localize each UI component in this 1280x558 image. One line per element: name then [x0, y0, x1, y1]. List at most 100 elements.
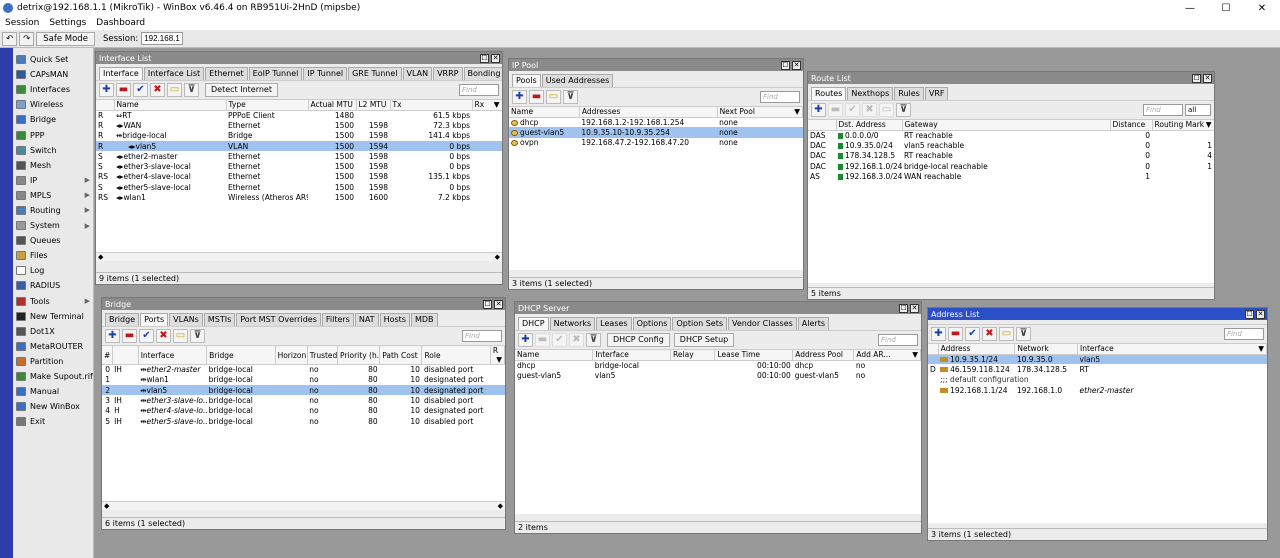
close-icon[interactable]: ✕ [910, 303, 919, 313]
sort-arrow-icon[interactable]: ▼ [494, 100, 500, 109]
tab-bridge[interactable]: Bridge [105, 313, 140, 326]
tab-options[interactable]: Options [632, 317, 672, 330]
tab-ethernet[interactable]: Ethernet [205, 67, 248, 80]
close-icon[interactable]: ✕ [494, 299, 503, 309]
table-row[interactable]: S ◂▸ether5-slave-local Ethernet 1500 1598 0 b… [96, 182, 502, 192]
column-header[interactable]: Priority (h... [337, 346, 381, 365]
table-row[interactable]: 0 IH ⇹ether2-master bridge-local no 80 10 disab… [102, 365, 505, 375]
column-header[interactable]: Gateway [902, 120, 1111, 131]
column-header[interactable]: Address Pool [792, 350, 855, 361]
tab-port-mst-overrides[interactable]: Port MST Overrides [236, 313, 321, 326]
enable-icon[interactable]: ✔ [552, 333, 567, 347]
column-header[interactable]: L2 MTU [356, 100, 391, 111]
table-row[interactable]: S ◂▸ether3-slave-local Ethernet 1500 1598 0 b… [96, 161, 502, 171]
tab-rules[interactable]: Rules [894, 87, 924, 100]
tab-vrf[interactable]: VRF [924, 87, 949, 100]
column-header[interactable]: Tx [390, 100, 473, 111]
minbox-icon[interactable]: ☐ [480, 53, 489, 63]
column-header[interactable]: Dst. Address [836, 120, 903, 131]
horizontal-scrollbar[interactable]: ◆ ◆ [96, 252, 502, 261]
sidebar-item-dot1x[interactable]: Dot1X [14, 324, 94, 339]
tab-mstis[interactable]: MSTIs [203, 313, 236, 326]
disable-icon[interactable]: ✖ [150, 83, 165, 97]
remove-icon[interactable]: ▬ [828, 103, 843, 117]
dhcp-setup-button[interactable]: DHCP Setup [673, 333, 735, 347]
add-icon[interactable]: ✚ [931, 327, 946, 341]
filter-icon[interactable]: ⊽ [896, 103, 911, 117]
column-header[interactable]: Rx ▼ [472, 100, 502, 111]
table-row[interactable]: RS ◂▸ether4-slave-local Ethernet 1500 1598 13… [96, 172, 502, 182]
table-row[interactable]: DAC 10.9.35.0/24 vlan5 reachable 0 1 [808, 140, 1214, 150]
column-header[interactable]: Next Pool ▼ [717, 107, 803, 118]
enable-icon[interactable]: ✔ [139, 329, 154, 343]
session-input[interactable] [141, 32, 184, 45]
column-header[interactable] [808, 120, 837, 131]
column-header[interactable]: Routing Mark ▼ [1152, 120, 1214, 131]
sort-arrow-icon[interactable]: ▼ [496, 355, 502, 364]
column-header[interactable]: Addresses [579, 107, 718, 118]
close-icon[interactable]: ✕ [1203, 73, 1212, 83]
remove-icon[interactable]: ▬ [535, 333, 550, 347]
enable-icon[interactable]: ✔ [845, 103, 860, 117]
filter-icon[interactable]: ⊽ [184, 83, 199, 97]
tab-filters[interactable]: Filters [321, 313, 354, 326]
column-header[interactable]: Address [938, 344, 1016, 355]
tab-gre-tunnel[interactable]: GRE Tunnel [348, 67, 402, 80]
table-row[interactable]: guest-vlan5 vlan5 00:10:00 guest-vlan5 no [515, 370, 921, 380]
table-row[interactable]: R ◂▸vlan5 VLAN 1500 1594 0 bps [96, 140, 502, 152]
table-row[interactable]: 4 H ⇹ether4-slave-lo... bridge-local no 80 10 d… [102, 406, 505, 416]
find-input[interactable]: Find [1224, 328, 1264, 340]
filter-icon[interactable]: ⊽ [190, 329, 205, 343]
tab-vendor-classes[interactable]: Vendor Classes [728, 317, 797, 330]
undo-button[interactable]: ↶ [2, 31, 18, 46]
table-row[interactable]: dhcp 192.168.1.2-192.168.1.254 none [509, 117, 803, 127]
find-input[interactable]: Find [459, 84, 499, 96]
find-input[interactable]: Find [1143, 104, 1183, 116]
dhcp-config-button[interactable]: DHCP Config [607, 333, 670, 347]
column-header[interactable]: Actual MTU [308, 100, 357, 111]
close-button[interactable]: ✕ [1244, 3, 1280, 14]
table-row[interactable]: AS 192.168.3.0/24 WAN reachable 1 [808, 171, 1214, 181]
sidebar-item-bridge[interactable]: Bridge [14, 112, 94, 127]
column-header[interactable]: Name [114, 100, 227, 111]
menu-session[interactable]: Session [0, 18, 44, 28]
sidebar-item-log[interactable]: Log [14, 263, 94, 278]
disable-icon[interactable]: ✖ [862, 103, 877, 117]
sort-arrow-icon[interactable]: ▼ [1258, 344, 1264, 353]
table-row[interactable]: 10.9.35.1/24 10.9.35.0 vlan5 [928, 354, 1267, 365]
minbox-icon[interactable]: ☐ [781, 60, 790, 70]
column-header[interactable]: Trusted [307, 346, 338, 365]
detect-internet-button[interactable]: Detect Internet [205, 83, 278, 97]
sidebar-item-new-terminal[interactable]: New Terminal [14, 309, 94, 324]
remove-icon[interactable]: ▬ [122, 329, 137, 343]
column-header[interactable]: Distance [1110, 120, 1153, 131]
column-header[interactable] [928, 344, 939, 355]
sidebar-item-switch[interactable]: Switch [14, 143, 94, 158]
table-row[interactable]: DAC 192.168.1.0/24 bridge-local reachable 0… [808, 161, 1214, 171]
tab-vrrp[interactable]: VRRP [433, 67, 463, 80]
tab-pools[interactable]: Pools [512, 74, 541, 87]
sidebar-item-files[interactable]: Files [14, 248, 94, 263]
tab-vlans[interactable]: VLANs [169, 313, 203, 326]
horizontal-scrollbar[interactable]: ◆ ◆ [102, 501, 505, 510]
tab-routes[interactable]: Routes [811, 87, 847, 100]
tab-nat[interactable]: NAT [354, 313, 379, 326]
column-header[interactable]: Lease Time [714, 350, 794, 361]
table-row[interactable]: R ◂▸WAN Ethernet 1500 1598 72.3 kbps [96, 120, 502, 130]
minbox-icon[interactable]: ☐ [483, 299, 492, 309]
remove-icon[interactable]: ▬ [116, 83, 131, 97]
redo-button[interactable]: ↷ [19, 31, 35, 46]
sidebar-item-exit[interactable]: Exit [14, 414, 94, 429]
tab-option-sets[interactable]: Option Sets [672, 317, 727, 330]
add-icon[interactable]: ✚ [105, 329, 120, 343]
tab-alerts[interactable]: Alerts [797, 317, 830, 330]
tab-networks[interactable]: Networks [549, 317, 596, 330]
column-header[interactable]: Bridge [206, 346, 276, 365]
tab-vlan[interactable]: VLAN [402, 67, 433, 80]
sidebar-item-mesh[interactable]: Mesh [14, 158, 94, 173]
tab-bonding[interactable]: Bonding [463, 67, 502, 80]
table-row[interactable]: S ◂▸ether2-master Ethernet 1500 1598 0 bps [96, 151, 502, 161]
sort-arrow-icon[interactable]: ▼ [1206, 120, 1212, 129]
column-header[interactable] [112, 346, 139, 365]
minbox-icon[interactable]: ☐ [1245, 309, 1254, 319]
